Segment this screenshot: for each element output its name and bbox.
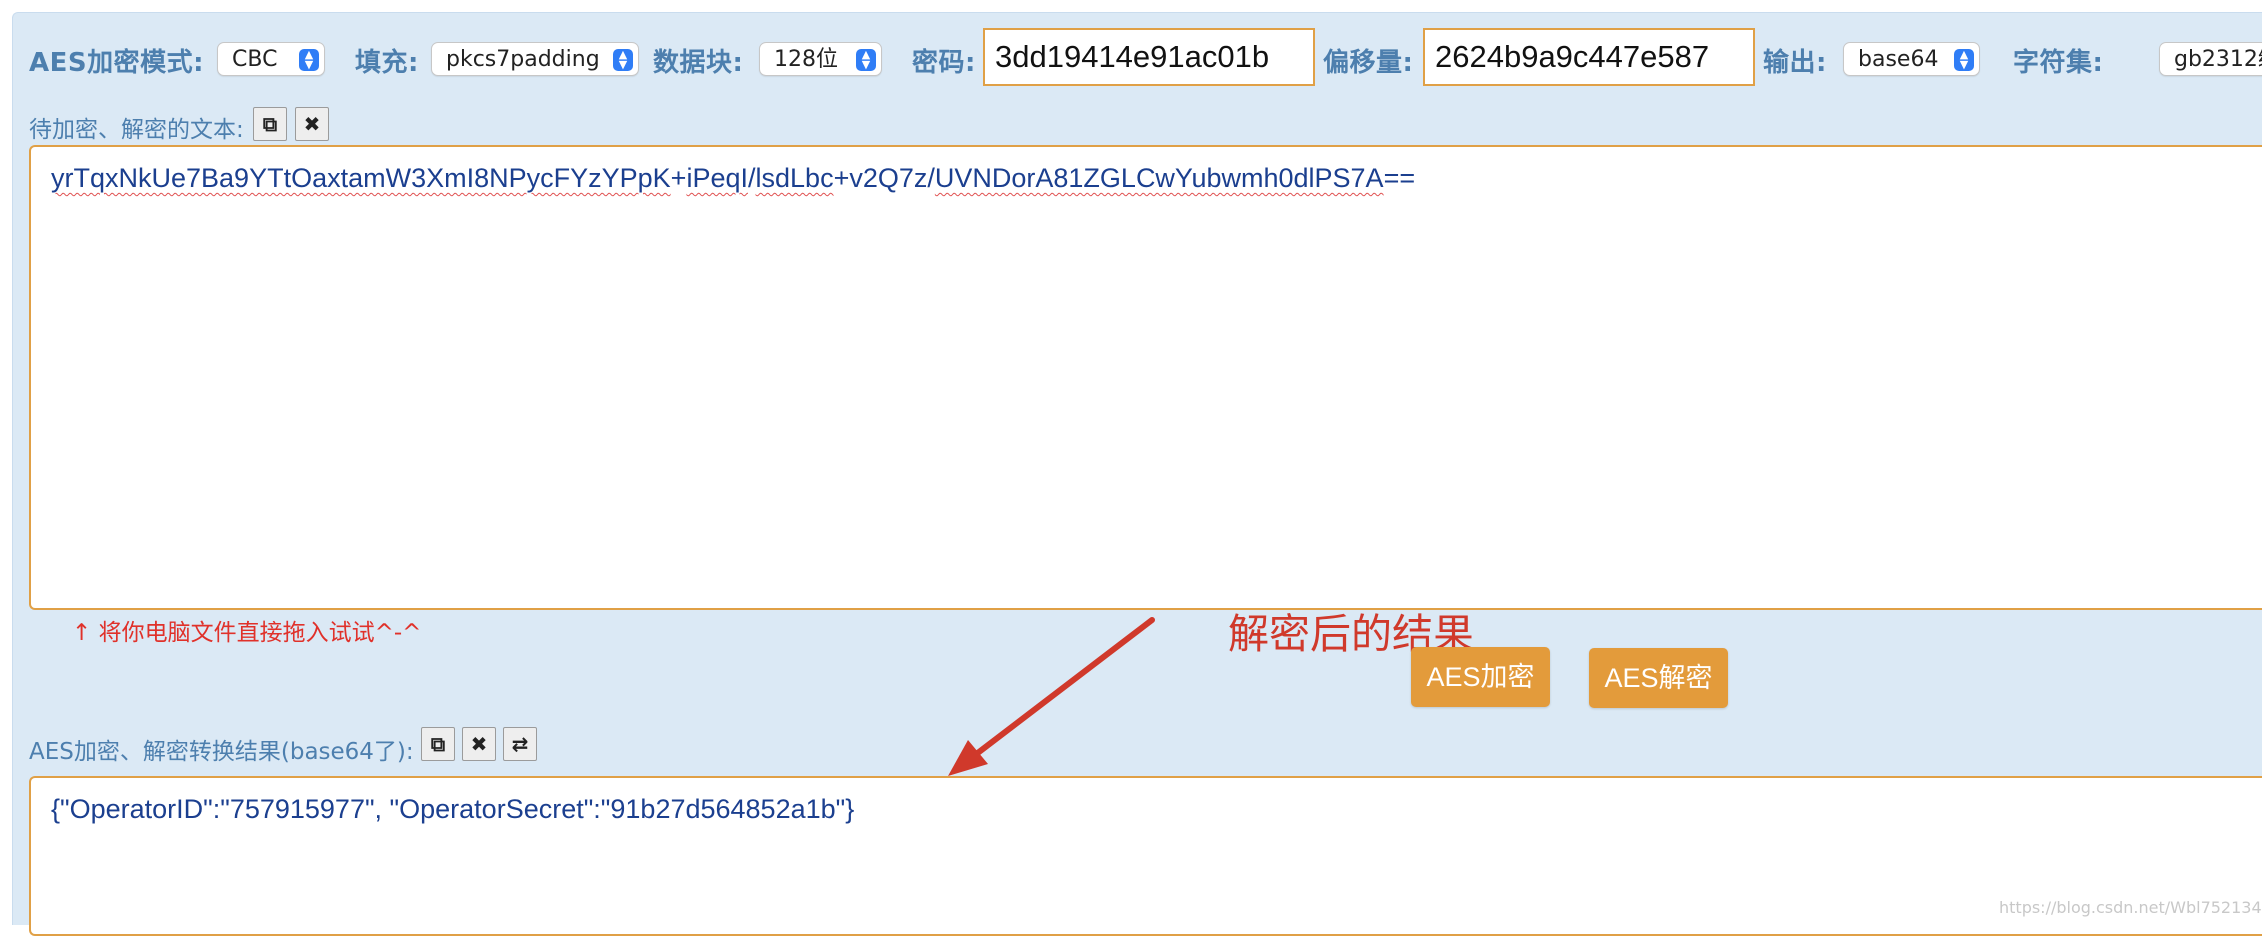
input-text-part: yrTqxNkUe7Ba9YTtOaxtamW3XmI8NPycFYzYPpK <box>51 163 671 193</box>
select-arrows-icon: ▲ ▼ <box>1954 49 1974 71</box>
block-select-value: 128位 <box>774 47 838 72</box>
charset-select-value: gb2312编 <box>2174 47 2262 72</box>
select-arrows-icon: ▲ ▼ <box>856 49 876 71</box>
watermark: https://blog.csdn.net/Wbl752134268 <box>1999 898 2262 917</box>
clear-output-button[interactable]: ✖ <box>462 727 496 761</box>
output-text: {"OperatorID":"757915977", "OperatorSecr… <box>51 794 855 824</box>
input-text-part: +v2Q7z/ <box>833 163 935 193</box>
clear-input-button[interactable]: ✖ <box>295 107 329 141</box>
copy-input-button[interactable]: ⧉ <box>253 107 287 141</box>
mode-select-value: CBC <box>232 47 278 72</box>
iv-input[interactable]: 2624b9a9c447e587 <box>1423 28 1755 86</box>
output-select-value: base64 <box>1858 47 1939 72</box>
input-text-part: lsdLbc <box>755 163 834 193</box>
output-select[interactable]: base64 ▲ ▼ <box>1843 42 1980 76</box>
drag-hint: ↑ 将你电脑文件直接拖入试试^-^ <box>72 620 422 646</box>
swap-button[interactable]: ⇄ <box>503 727 537 761</box>
annotation-arrow-icon <box>948 617 1155 776</box>
copy-icon: ⧉ <box>430 732 446 756</box>
input-text-part: UVNDorA81ZGLCwYubwmh0dlPS7A <box>934 163 1384 193</box>
output-section-label: AES加密、解密转换结果(base64了): <box>29 739 414 765</box>
output-textarea[interactable]: {"OperatorID":"757915977", "OperatorSecr… <box>29 776 2262 936</box>
copy-output-button[interactable]: ⧉ <box>421 727 455 761</box>
output-label: 输出: <box>1763 48 1827 78</box>
select-arrows-icon: ▲ ▼ <box>613 49 633 71</box>
input-text-part: == <box>1383 163 1416 193</box>
charset-label: 字符集: <box>2013 48 2104 78</box>
copy-icon: ⧉ <box>262 112 278 136</box>
input-text-part: / <box>748 163 756 193</box>
input-text-part: iPeqI <box>686 163 748 193</box>
block-select[interactable]: 128位 ▲ ▼ <box>759 42 882 76</box>
padding-select[interactable]: pkcs7padding ▲ ▼ <box>431 42 639 76</box>
padding-select-value: pkcs7padding <box>446 47 600 72</box>
select-arrows-icon: ▲ ▼ <box>299 49 319 71</box>
input-textarea[interactable]: yrTqxNkUe7Ba9YTtOaxtamW3XmI8NPycFYzYPpK+… <box>29 145 2262 610</box>
block-label: 数据块: <box>653 48 744 78</box>
aes-decrypt-button[interactable]: AES解密 <box>1589 648 1728 708</box>
mode-label: AES加密模式: <box>29 48 205 78</box>
padding-label: 填充: <box>355 48 419 78</box>
mode-select[interactable]: CBC ▲ ▼ <box>217 42 325 76</box>
charset-select[interactable]: gb2312编 <box>2159 42 2262 76</box>
key-input[interactable]: 3dd19414e91ac01b <box>983 28 1315 86</box>
iv-label: 偏移量: <box>1323 48 1414 78</box>
aes-encrypt-button[interactable]: AES加密 <box>1411 647 1550 707</box>
input-text-part: + <box>670 163 687 193</box>
key-label: 密码: <box>912 48 976 78</box>
input-label: 待加密、解密的文本: <box>29 117 244 143</box>
clear-icon: ✖ <box>470 732 488 756</box>
clear-icon: ✖ <box>303 112 321 136</box>
swap-icon: ⇄ <box>511 732 529 756</box>
